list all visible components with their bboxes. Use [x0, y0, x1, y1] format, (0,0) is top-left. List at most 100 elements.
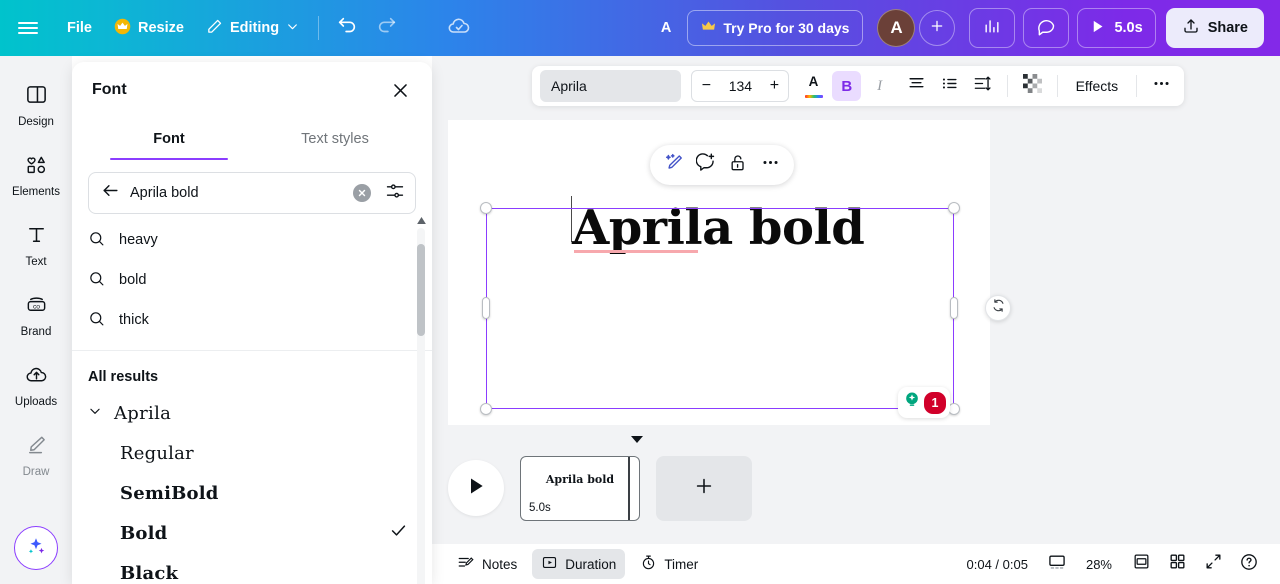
- brand-icon: co: [25, 293, 48, 321]
- insights-button[interactable]: [969, 8, 1016, 48]
- panel-scrollbar[interactable]: [416, 214, 426, 584]
- lock-button[interactable]: [724, 151, 752, 179]
- resize-handle-top-left[interactable]: [480, 202, 492, 214]
- element-more-options-button[interactable]: [756, 151, 784, 179]
- scroll-up-arrow[interactable]: [416, 214, 426, 226]
- sidebar-label-uploads: Uploads: [14, 395, 58, 408]
- hamburger-icon[interactable]: [0, 19, 56, 37]
- unlock-icon: [728, 153, 748, 178]
- effects-button[interactable]: Effects: [1068, 71, 1127, 101]
- add-comment-button[interactable]: [692, 151, 720, 179]
- font-weight-bold[interactable]: Bold: [72, 513, 432, 553]
- line-spacing-icon: [973, 74, 992, 98]
- text-letter-button[interactable]: A: [651, 10, 681, 46]
- elements-icon: [25, 153, 48, 181]
- font-size-decrease[interactable]: −: [692, 77, 720, 95]
- font-size-stepper[interactable]: − 134 +: [691, 70, 790, 102]
- scrollbar-thumb[interactable]: [417, 244, 425, 336]
- font-weight-black[interactable]: Black: [72, 553, 432, 584]
- suggestion-badge-group[interactable]: 1: [898, 387, 950, 418]
- more-options-icon: [761, 153, 780, 177]
- sidebar-label-brand: Brand: [20, 325, 52, 338]
- timeline-play-button[interactable]: [448, 460, 504, 516]
- help-icon: [1239, 552, 1259, 577]
- font-name-selector[interactable]: Aprila: [540, 70, 682, 102]
- sidebar-item-brand[interactable]: co Brand: [4, 280, 68, 350]
- timer-icon: [640, 554, 657, 574]
- zoom-level[interactable]: 28%: [1078, 557, 1120, 572]
- cloud-save-button[interactable]: [439, 8, 479, 48]
- sidebar-item-draw[interactable]: Draw: [4, 420, 68, 490]
- avatar[interactable]: A: [877, 9, 916, 47]
- resize-button[interactable]: Resize: [103, 10, 195, 46]
- magic-studio-button[interactable]: [14, 526, 58, 570]
- font-weight-semibold[interactable]: SemiBold: [72, 473, 432, 513]
- comments-button[interactable]: [1023, 8, 1070, 48]
- font-size-input[interactable]: 134: [720, 78, 760, 94]
- suggestion-heavy[interactable]: heavy: [72, 220, 432, 260]
- element-float-toolbar: [650, 145, 794, 185]
- font-family-row-aprila[interactable]: Aprila: [72, 393, 432, 433]
- add-page-button[interactable]: [656, 455, 752, 521]
- font-size-increase[interactable]: +: [760, 77, 788, 95]
- redo-button[interactable]: [367, 8, 407, 48]
- tab-text-styles[interactable]: Text styles: [252, 118, 418, 160]
- sidebar-item-elements[interactable]: Elements: [4, 140, 68, 210]
- font-weight-regular[interactable]: Regular: [72, 433, 432, 473]
- suggestion-bold[interactable]: bold: [72, 260, 432, 300]
- arrow-left-icon[interactable]: [101, 181, 120, 205]
- resize-handle-left[interactable]: [482, 297, 490, 319]
- file-menu-button[interactable]: File: [56, 10, 103, 46]
- rotate-handle[interactable]: [985, 295, 1011, 321]
- italic-button[interactable]: I: [865, 71, 894, 101]
- preview-play-button[interactable]: 5.0s: [1077, 8, 1156, 48]
- timer-button[interactable]: Timer: [631, 549, 707, 579]
- duration-button[interactable]: Duration: [532, 549, 626, 579]
- present-button[interactable]: [1042, 549, 1072, 579]
- suggestion-thick[interactable]: thick: [72, 300, 432, 340]
- play-icon: [466, 475, 486, 502]
- uploads-icon: [25, 363, 48, 391]
- more-options-button[interactable]: [1147, 71, 1176, 101]
- search-input[interactable]: Aprila bold: [130, 185, 343, 201]
- page-fit-button[interactable]: [1126, 549, 1156, 579]
- magic-write-button[interactable]: [660, 151, 688, 179]
- close-icon[interactable]: [386, 76, 414, 104]
- undo-button[interactable]: [327, 8, 367, 48]
- timeline-page-card[interactable]: Aprila bold 5.0s: [520, 455, 640, 521]
- resize-handle-bottom-left[interactable]: [480, 403, 492, 415]
- transparency-button[interactable]: [1018, 71, 1047, 101]
- bullet-list-button[interactable]: [935, 71, 964, 101]
- fullscreen-button[interactable]: [1198, 549, 1228, 579]
- line-spacing-button[interactable]: [968, 71, 997, 101]
- add-collaborator-button[interactable]: [919, 10, 956, 46]
- sliders-icon[interactable]: [385, 181, 405, 206]
- sidebar-item-text[interactable]: Text: [4, 210, 68, 280]
- cloud-check-icon: [447, 14, 471, 43]
- suggestion-label: heavy: [119, 232, 158, 248]
- file-menu-label: File: [67, 20, 92, 36]
- timer-label: Timer: [664, 556, 699, 572]
- transparency-icon: [1022, 74, 1042, 98]
- try-pro-button[interactable]: Try Pro for 30 days: [687, 10, 864, 46]
- editing-mode-button[interactable]: Editing: [195, 10, 310, 46]
- tab-font[interactable]: Font: [86, 118, 252, 160]
- help-button[interactable]: [1234, 549, 1264, 579]
- magic-sparkle-icon: [25, 535, 47, 562]
- sidebar-item-uploads[interactable]: Uploads: [4, 350, 68, 420]
- share-button[interactable]: Share: [1165, 8, 1264, 48]
- resize-handle-right[interactable]: [950, 297, 958, 319]
- bold-button[interactable]: B: [832, 71, 862, 101]
- grid-view-button[interactable]: [1162, 549, 1192, 579]
- suggestion-label: thick: [119, 312, 149, 328]
- caret-down-icon[interactable]: [631, 436, 643, 443]
- font-color-button[interactable]: A: [799, 71, 828, 101]
- canvas-text-element[interactable]: Aprila bold: [572, 200, 865, 256]
- notes-button[interactable]: Notes: [448, 549, 526, 579]
- resize-handle-top-right[interactable]: [948, 202, 960, 214]
- font-search-bar[interactable]: Aprila bold: [88, 172, 416, 214]
- sidebar-item-design[interactable]: Design: [4, 70, 68, 140]
- clear-circle-icon[interactable]: [353, 184, 371, 202]
- chevron-down-icon[interactable]: [88, 404, 102, 423]
- align-button[interactable]: [902, 71, 931, 101]
